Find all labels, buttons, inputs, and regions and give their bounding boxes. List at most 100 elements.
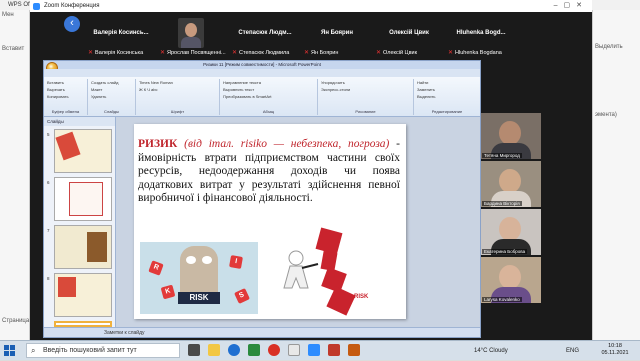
window-controls[interactable]: –▢✕ bbox=[554, 0, 588, 12]
task-view-icon[interactable] bbox=[188, 344, 200, 356]
video-tile-name: Тетяна Миргород bbox=[482, 153, 522, 158]
slide-thumbnail[interactable]: 5 bbox=[47, 129, 112, 173]
host-right-panel: Выделить эмента) bbox=[592, 10, 640, 340]
slide-thumbnails-panel: Слайды 5 6 7 8 9 bbox=[44, 117, 116, 327]
arrange-button[interactable]: Упорядочить bbox=[318, 79, 413, 86]
video-tile[interactable]: Бардина Вікторія bbox=[481, 161, 541, 207]
zoom-title: Zoom Конференция bbox=[44, 3, 100, 9]
risk-poster-image: RISK R K I S bbox=[140, 242, 258, 314]
participant-video bbox=[178, 18, 204, 48]
participant-tile[interactable]: Олексій Цвик ✕ Олексій Цвик bbox=[374, 12, 444, 60]
mic-muted-icon: ✕ bbox=[448, 50, 454, 56]
video-tile[interactable]: Тетяна Миргород bbox=[481, 113, 541, 159]
replace-button[interactable]: Заменить bbox=[414, 86, 480, 93]
font-select[interactable]: Times New Roman bbox=[136, 79, 219, 86]
edge-icon[interactable] bbox=[228, 344, 240, 356]
host-left-item[interactable]: Мен bbox=[0, 10, 29, 20]
opera-icon[interactable] bbox=[268, 344, 280, 356]
store-icon[interactable] bbox=[248, 344, 260, 356]
shared-screen-powerpoint: Ризики 11 [Режим совместимости] - Micros… bbox=[43, 60, 481, 338]
host-right-item[interactable]: Выделить bbox=[593, 42, 640, 52]
participant-tile[interactable]: ✕ Ярослав Посвященнi... bbox=[158, 12, 228, 60]
participant-tile[interactable]: Валерія Косинсь... ✕ Валерія Косинська bbox=[86, 12, 156, 60]
host-right-item: эмента) bbox=[595, 112, 617, 118]
slide-thumbnail[interactable]: 7 bbox=[47, 225, 112, 269]
strip-back-button[interactable]: ‹ bbox=[64, 16, 80, 32]
ribbon-group-editing: Найти Заменить Выделить Редактирование bbox=[414, 79, 480, 115]
language-text: ENG bbox=[566, 348, 580, 354]
weather-widget[interactable]: 14°C Cloudy bbox=[474, 341, 508, 361]
ribbon-group-clipboard: Вставить Вырезать Копировать Буфер обмен… bbox=[44, 79, 88, 115]
participant-tile[interactable]: Степасюк Людм... ✕ Степасюк Людмила bbox=[230, 12, 300, 60]
participant-name: Валерія Косинсь... bbox=[93, 30, 149, 36]
delete-slide-button[interactable]: Удалить bbox=[88, 93, 135, 100]
host-left-item[interactable]: Вставит bbox=[0, 44, 29, 54]
participant-label: Валерія Косинська bbox=[95, 50, 144, 56]
language-indicator[interactable]: ENG bbox=[566, 341, 579, 361]
zoom-taskbar-icon[interactable] bbox=[308, 344, 320, 356]
slide-thumbnail[interactable]: 6 bbox=[47, 177, 112, 221]
select-button[interactable]: Выделить bbox=[414, 93, 480, 100]
ribbon-group-label: Буфер обмена bbox=[51, 109, 80, 114]
taskbar-clock[interactable]: 10:18 05.11.2021 bbox=[592, 343, 638, 357]
chrome-icon[interactable] bbox=[288, 344, 300, 356]
font-style-buttons[interactable]: Ж К Ч abc bbox=[136, 86, 219, 93]
copy-button[interactable]: Копировать bbox=[44, 93, 87, 100]
pushing-letters-icon bbox=[283, 227, 356, 316]
video-tile[interactable]: Larysa Kovalenko bbox=[481, 257, 541, 303]
smartart-button[interactable]: Преобразовать в SmartArt bbox=[220, 93, 317, 100]
ribbon-group-drawing: Упорядочить Экспресс-стили Рисование bbox=[318, 79, 414, 115]
participant-face bbox=[499, 169, 521, 193]
slide-notes-field[interactable]: Заметки к слайду bbox=[44, 327, 480, 337]
ribbon-group-label: Слайды bbox=[104, 109, 119, 114]
participant-tile[interactable]: Ян Боярин ✕ Ян Боярин bbox=[302, 12, 372, 60]
file-explorer-icon[interactable] bbox=[208, 344, 220, 356]
quick-styles-button[interactable]: Экспресс-стили bbox=[318, 86, 413, 93]
layout-button[interactable]: Макет bbox=[88, 86, 135, 93]
ribbon-group-label: Шрифт bbox=[170, 109, 185, 114]
host-left-panel: Мен Вставит Страница bbox=[0, 10, 30, 340]
mic-muted-icon: ✕ bbox=[232, 50, 238, 56]
slides-panel-tab[interactable]: Слайды bbox=[44, 117, 115, 126]
slide-definition-text: РИЗИК (від італ. risiko — небезпека, пог… bbox=[138, 138, 400, 206]
new-slide-button[interactable]: Создать слайд bbox=[88, 79, 135, 86]
thumbnail-number: 6 bbox=[47, 180, 50, 185]
participant-name: Hluhenka Bogd... bbox=[456, 30, 506, 36]
find-button[interactable]: Найти bbox=[414, 79, 480, 86]
align-text-button[interactable]: Выровнять текст bbox=[220, 86, 317, 93]
participant-tile[interactable]: Hluhenka Bogd... ✕ Hluhenka Bogdana bbox=[446, 12, 516, 60]
ppt-window-title: Ризики 11 [Режим совместимости] - Micros… bbox=[44, 61, 480, 69]
host-left-item[interactable]: Страница bbox=[0, 316, 29, 326]
video-tile[interactable]: Екатерина Боброва bbox=[481, 209, 541, 255]
clock-date: 05.11.2021 bbox=[601, 350, 629, 356]
mic-muted-icon: ✕ bbox=[88, 50, 94, 56]
ppt-ribbon: Вставить Вырезать Копировать Буфер обмен… bbox=[44, 77, 480, 117]
ribbon-group-paragraph: Направление текста Выровнять текст Преоб… bbox=[220, 79, 318, 115]
participant-face bbox=[499, 265, 521, 289]
ribbon-group-slides: Создать слайд Макет Удалить Слайды bbox=[88, 79, 136, 115]
video-tile-name: Бардина Вікторія bbox=[482, 201, 522, 206]
participant-label: Степасюк Людмила bbox=[239, 50, 290, 56]
slide-canvas: РИЗИК (від італ. risiko — небезпека, пог… bbox=[116, 117, 480, 327]
windows-start-icon[interactable] bbox=[4, 345, 16, 357]
paste-button[interactable]: Вставить bbox=[44, 79, 87, 86]
video-tile-name: Larysa Kovalenko bbox=[482, 297, 522, 302]
ribbon-group-font: Times New Roman Ж К Ч abc Шрифт bbox=[136, 79, 220, 115]
zoom-titlebar: Zoom Конференция –▢✕ bbox=[30, 0, 592, 12]
thumbnail-number: 8 bbox=[47, 276, 50, 281]
zoom-logo-icon bbox=[33, 3, 40, 10]
weather-text: 14°C Cloudy bbox=[474, 348, 508, 354]
powerpoint-taskbar-icon[interactable] bbox=[348, 344, 360, 356]
zoom-window: Zoom Конференция –▢✕ ‹ Валерія Косинсь..… bbox=[30, 0, 592, 340]
cut-button[interactable]: Вырезать bbox=[44, 86, 87, 93]
current-slide[interactable]: РИЗИК (від італ. risiko — небезпека, пог… bbox=[134, 124, 406, 319]
wps-taskbar-icon[interactable] bbox=[328, 344, 340, 356]
participant-name: Степасюк Людм... bbox=[238, 30, 292, 36]
participant-label: Ярослав Посвященнi... bbox=[167, 50, 226, 56]
slide-thumbnail[interactable]: 8 bbox=[47, 273, 112, 317]
text-direction-button[interactable]: Направление текста bbox=[220, 79, 317, 86]
risk-figure-label: RISK bbox=[354, 294, 369, 300]
taskbar-search-input[interactable]: ⌕ Введіть пошуковий запит тут bbox=[26, 343, 180, 358]
participant-label: Ян Боярин bbox=[311, 50, 339, 56]
search-placeholder: Введіть пошуковий запит тут bbox=[43, 347, 137, 354]
